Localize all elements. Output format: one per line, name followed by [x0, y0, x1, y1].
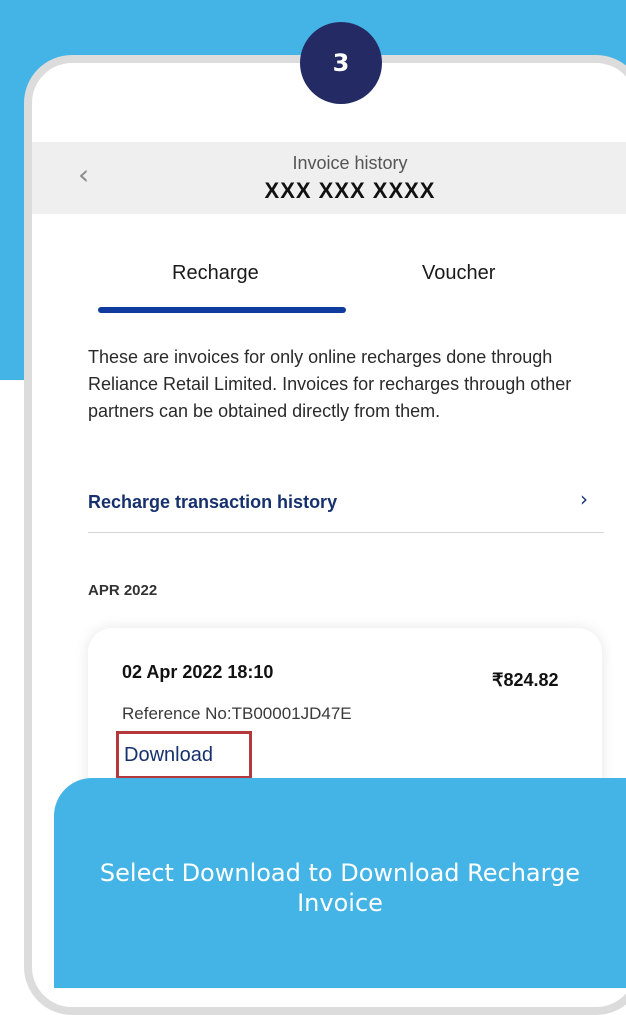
invoice-amount: ₹824.82	[492, 670, 559, 690]
invoice-date: 02 Apr 2022 18:10	[122, 662, 274, 682]
chevron-right-icon[interactable]: ›	[580, 487, 588, 511]
invoice-reference: Reference No:TB00001JD47E	[122, 704, 352, 723]
info-message: These are invoices for only online recha…	[88, 347, 572, 421]
page-title: Invoice history	[292, 153, 408, 173]
tab-indicator	[98, 307, 346, 313]
phone-number: XXX XXX XXXX	[264, 178, 436, 203]
tab-recharge[interactable]: Recharge	[172, 262, 259, 285]
month-label: APR 2022	[88, 582, 158, 599]
recharge-history-link[interactable]: Recharge transaction history	[88, 492, 337, 513]
divider	[88, 532, 604, 533]
instruction-text: Select Download to Download Recharge Inv…	[99, 859, 581, 917]
step-badge: 3	[300, 22, 382, 104]
tab-voucher[interactable]: Voucher	[422, 262, 495, 285]
download-button[interactable]: Download	[124, 744, 213, 767]
chevron-left-icon[interactable]: ‹	[78, 160, 108, 190]
